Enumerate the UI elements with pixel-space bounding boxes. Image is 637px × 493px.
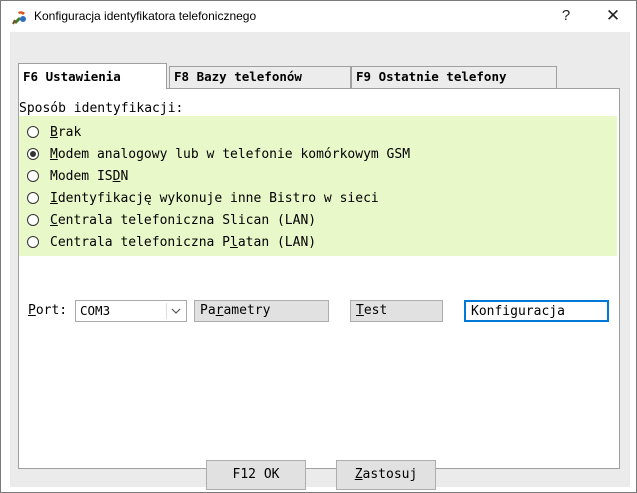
port-label: Port: bbox=[28, 303, 68, 318]
radio-button-icon[interactable] bbox=[27, 236, 39, 248]
close-button[interactable]: ✕ bbox=[598, 5, 628, 27]
radio-button-icon[interactable] bbox=[27, 126, 39, 138]
radio-slican-lan[interactable]: Centrala telefoniczna Slican (LAN) bbox=[27, 210, 316, 230]
help-button[interactable]: ? bbox=[551, 5, 581, 27]
chevron-down-icon[interactable] bbox=[166, 303, 184, 319]
parameters-button[interactable]: Parametry bbox=[194, 300, 329, 322]
radio-other-bistro[interactable]: Identyfikację wykonuje inne Bistro w sie… bbox=[27, 188, 379, 208]
radio-analog-modem-gsm[interactable]: Modem analogowy lub w telefonie komórkow… bbox=[27, 144, 410, 164]
apply-button[interactable]: Zastosuj bbox=[336, 460, 436, 490]
tab-phone-databases[interactable]: F8 Bazy telefonów bbox=[169, 66, 351, 88]
port-select[interactable]: COM3 bbox=[75, 300, 187, 322]
radio-platan-lan[interactable]: Centrala telefoniczna Platan (LAN) bbox=[27, 232, 316, 252]
dialog-client-area: F6 Ustawienia F8 Bazy telefonów F9 Ostat… bbox=[10, 32, 630, 487]
dialog-window: Konfiguracja identyfikatora telefoniczne… bbox=[0, 0, 637, 493]
title-bar: Konfiguracja identyfikatora telefoniczne… bbox=[1, 1, 636, 31]
radio-isdn-modem[interactable]: Modem ISDN bbox=[27, 166, 128, 186]
radio-button-icon[interactable] bbox=[27, 192, 39, 204]
window-title: Konfiguracja identyfikatora telefoniczne… bbox=[34, 9, 257, 23]
radio-button-checked-icon[interactable] bbox=[27, 148, 39, 160]
configuration-button[interactable]: Konfiguracja bbox=[464, 300, 609, 322]
port-select-value: COM3 bbox=[80, 303, 111, 318]
test-button[interactable]: Test bbox=[350, 300, 443, 322]
radio-button-icon[interactable] bbox=[27, 214, 39, 226]
ok-button[interactable]: F12 OK bbox=[206, 460, 306, 490]
identification-label: Sposób identyfikacji: bbox=[19, 101, 184, 116]
identification-radio-group: Brak Modem analogowy lub w telefonie kom… bbox=[19, 116, 617, 256]
tab-recent-phones[interactable]: F9 Ostatnie telefony bbox=[351, 66, 557, 88]
tab-settings[interactable]: F6 Ustawienia bbox=[18, 63, 167, 89]
app-icon bbox=[12, 9, 28, 25]
radio-none[interactable]: Brak bbox=[27, 122, 81, 142]
radio-button-icon[interactable] bbox=[27, 170, 39, 182]
